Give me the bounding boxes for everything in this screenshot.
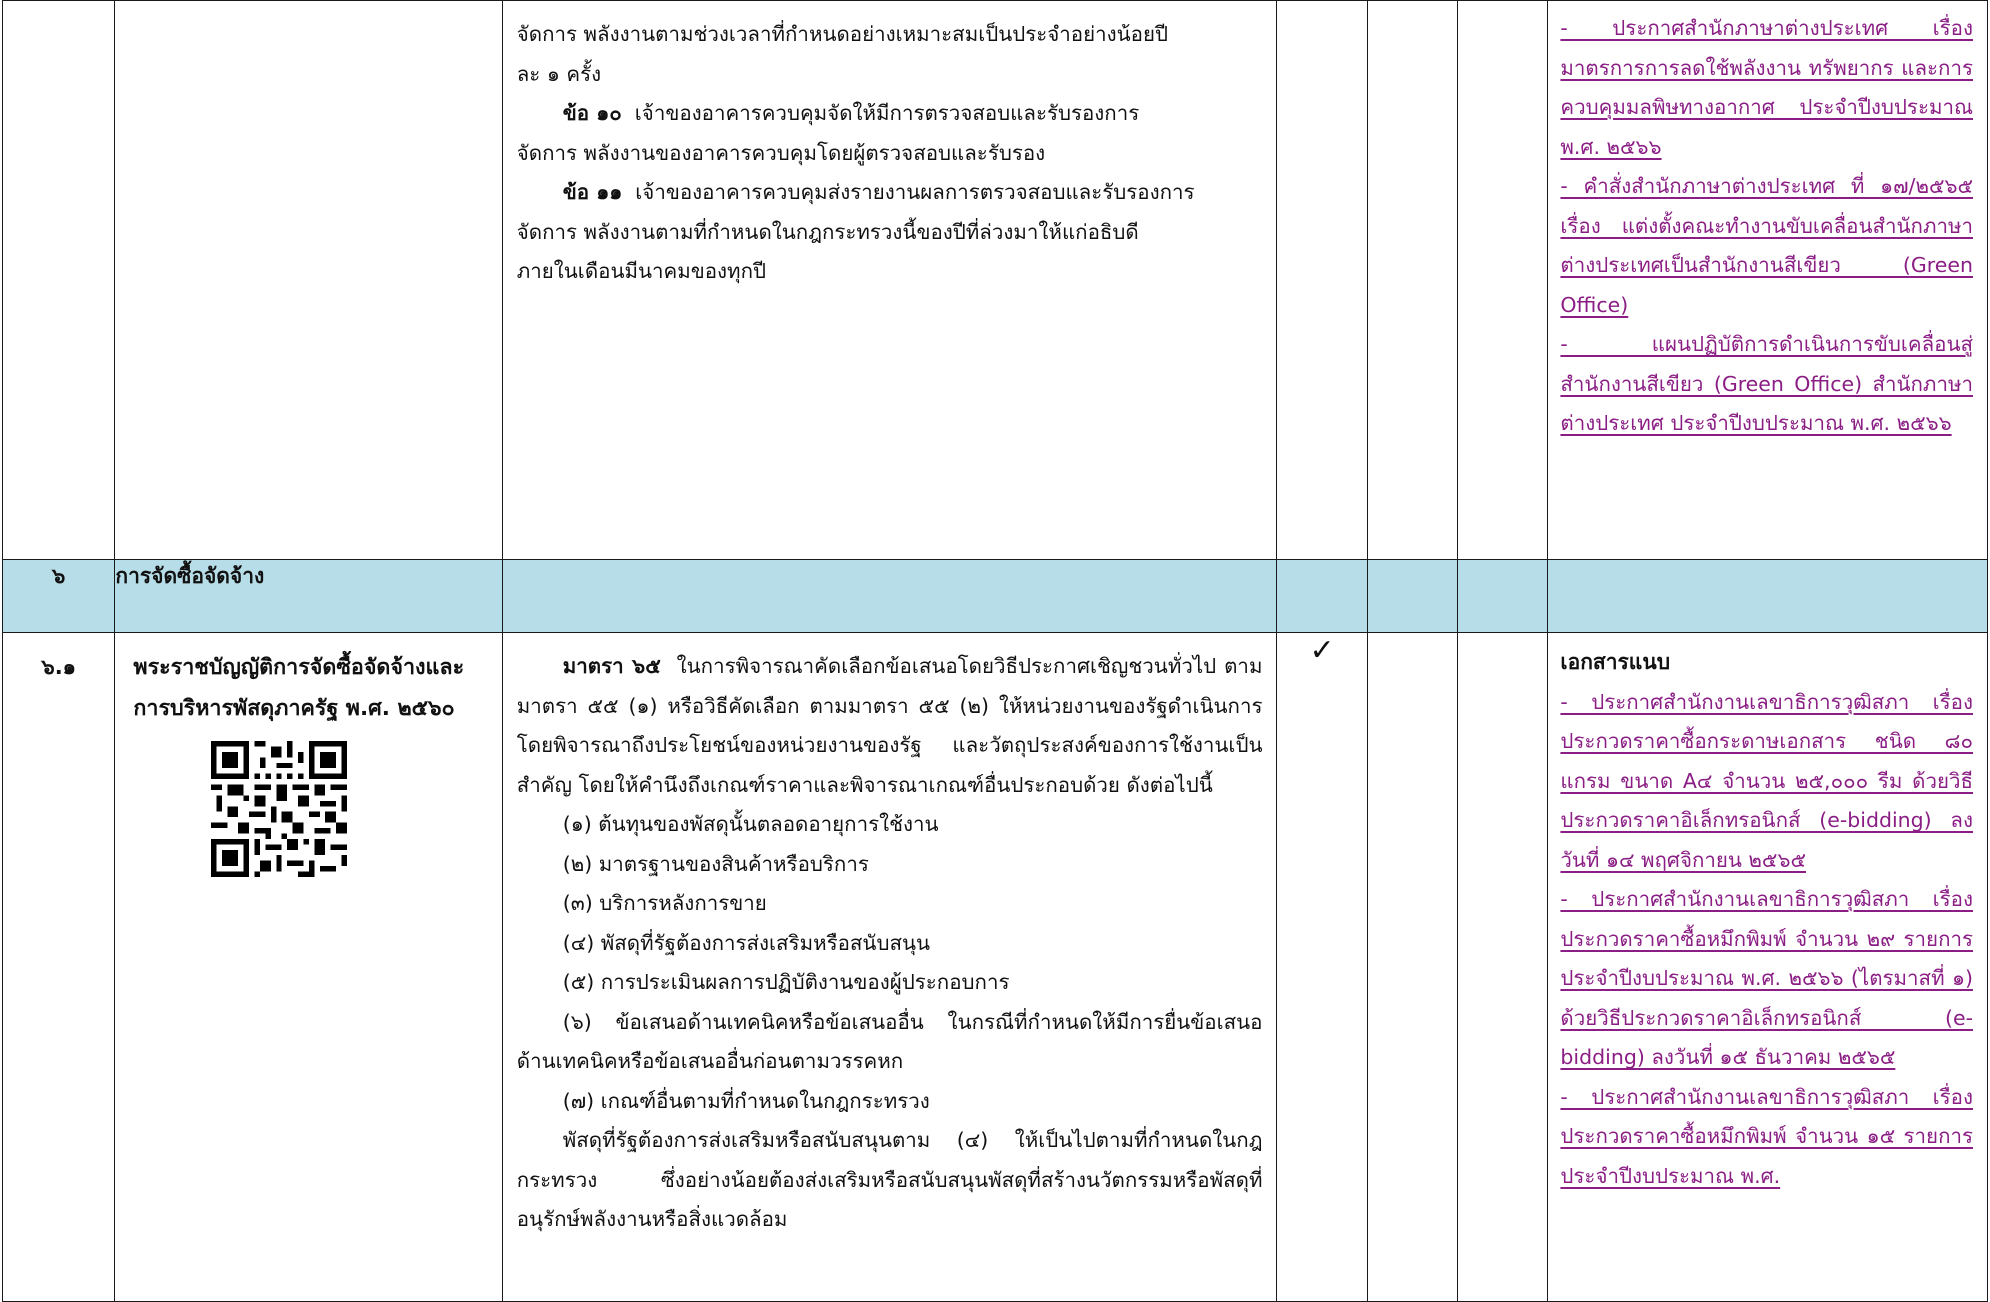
content-line: จัดการ พลังงานตามที่กำหนดในกฎกระทรวงนี้ข… (516, 219, 1139, 244)
section-paragraph: มาตรา ๖๕ ในการพิจารณาคัดเลือกข้อเสนอโดยว… (517, 647, 1263, 805)
evidence-link[interactable]: - แผนปฏิบัติการดำเนินการขับเคลื่อนสู่สำน… (1560, 325, 1973, 444)
header-cell (1276, 559, 1368, 633)
clause-text: เจ้าของอาคารควบคุมส่งรายงานผลการตรวจสอบแ… (635, 180, 1195, 204)
table-row-section-header: ๖ การจัดซื้อจัดจ้าง (1, 559, 1988, 633)
law-cell (114, 0, 503, 560)
qr-code-icon[interactable] (211, 741, 348, 877)
criteria-item: (๖) ข้อเสนอด้านเทคนิคหรือข้อเสนออื่น ในก… (516, 1009, 1263, 1074)
section-title: การจัดซื้อจัดจ้าง (114, 559, 503, 633)
table-row-continuation: จัดการ พลังงานตามช่วงเวลาที่กำหนดอย่างเห… (1, 0, 1988, 560)
content-line: ภายในเดือนมีนาคมของทุกปี (516, 259, 766, 283)
criteria-item: (๓) บริการหลังการขาย (562, 891, 767, 915)
header-cell (1547, 559, 1988, 633)
evidence-cell: - ประกาศสำนักภาษาต่างประเทศ เรื่อง มาตรก… (1547, 0, 1988, 560)
law-cell: พระราชบัญญัติการจัดซื้อจัดจ้างและการบริห… (114, 632, 503, 1302)
check-cell (1366, 632, 1459, 1302)
table-row-6-1: ๖.๑ พระราชบัญญัติการจัดซื้อจัดจ้างและการ… (1, 632, 1988, 1302)
number-cell (1, 0, 116, 560)
clause-label: ข้อ ๑๑ (562, 180, 623, 204)
content-line: ละ ๑ ครั้ง (516, 61, 602, 86)
criteria-item: (๑) ต้นทุนของพัสดุนั้นตลอดอายุการใช้งาน (562, 812, 939, 836)
evidence-link[interactable]: - ประกาศสำนักงานเลขาธิการวุฒิสภา เรื่อง … (1560, 880, 1973, 1078)
content-line: จัดการ พลังงานของอาคารควบคุมโดยผู้ตรวจสอ… (516, 140, 1046, 165)
check-cell (1457, 632, 1549, 1302)
check-cell (1457, 0, 1549, 560)
content-line: จัดการ พลังงานตามช่วงเวลาที่กำหนดอย่างเห… (516, 22, 1168, 46)
law-title: พระราชบัญญัติการจัดซื้อจัดจ้างและการบริห… (133, 655, 465, 721)
clause-11: ข้อ ๑๑ เจ้าของอาคารควบคุมส่งรายงานผลการต… (517, 173, 1263, 213)
evidence-cell: เอกสารแนบ - ประกาศสำนักงานเลขาธิการวุฒิส… (1547, 632, 1988, 1302)
closing-paragraph: พัสดุที่รัฐต้องการส่งเสริมหรือสนับสนุนตา… (516, 1128, 1263, 1231)
check-cell (1276, 0, 1368, 560)
content-cell: จัดการ พลังงานตามช่วงเวลาที่กำหนดอย่างเห… (501, 0, 1278, 560)
check-cell (1366, 0, 1459, 560)
clause-label: ข้อ ๑๐ (562, 101, 622, 125)
attachment-title: เอกสารแนบ (1560, 650, 1671, 674)
criteria-item: (๕) การประเมินผลการปฏิบัติงานของผู้ประกอ… (562, 970, 1010, 994)
evidence-link[interactable]: - ประกาศสำนักงานเลขาธิการวุฒิสภา เรื่อง … (1560, 1078, 1973, 1197)
check-mark-icon: ✓ (1276, 632, 1368, 1302)
evidence-link[interactable]: - ประกาศสำนักงานเลขาธิการวุฒิสภา เรื่อง … (1560, 683, 1973, 881)
criteria-item: (๔) พัสดุที่รัฐต้องการส่งเสริมหรือสนับสน… (562, 930, 930, 955)
header-cell (1457, 559, 1549, 633)
compliance-table: จัดการ พลังงานตามช่วงเวลาที่กำหนดอย่างเห… (1, 0, 1988, 1302)
header-cell (1366, 559, 1459, 633)
evidence-link[interactable]: - ประกาศสำนักภาษาต่างประเทศ เรื่อง มาตรก… (1560, 9, 1973, 167)
content-cell: มาตรา ๖๕ ในการพิจารณาคัดเลือกข้อเสนอโดยว… (501, 632, 1278, 1302)
section-label: มาตรา ๖๕ (562, 654, 661, 678)
clause-10: ข้อ ๑๐ เจ้าของอาคารควบคุมจัดให้มีการตรวจ… (517, 94, 1263, 134)
item-number: ๖.๑ (1, 632, 116, 1302)
evidence-link[interactable]: - คำสั่งสำนักภาษาต่างประเทศ ที่ ๑๗/๒๕๖๕ … (1560, 167, 1973, 325)
criteria-item: (๒) มาตรฐานของสินค้าหรือบริการ (562, 851, 869, 876)
clause-text: เจ้าของอาคารควบคุมจัดให้มีการตรวจสอบและร… (634, 101, 1140, 125)
criteria-item: (๗) เกณฑ์อื่นตามที่กำหนดในกฎกระทรวง (562, 1088, 930, 1113)
header-cell (501, 559, 1278, 633)
section-number: ๖ (1, 559, 116, 633)
